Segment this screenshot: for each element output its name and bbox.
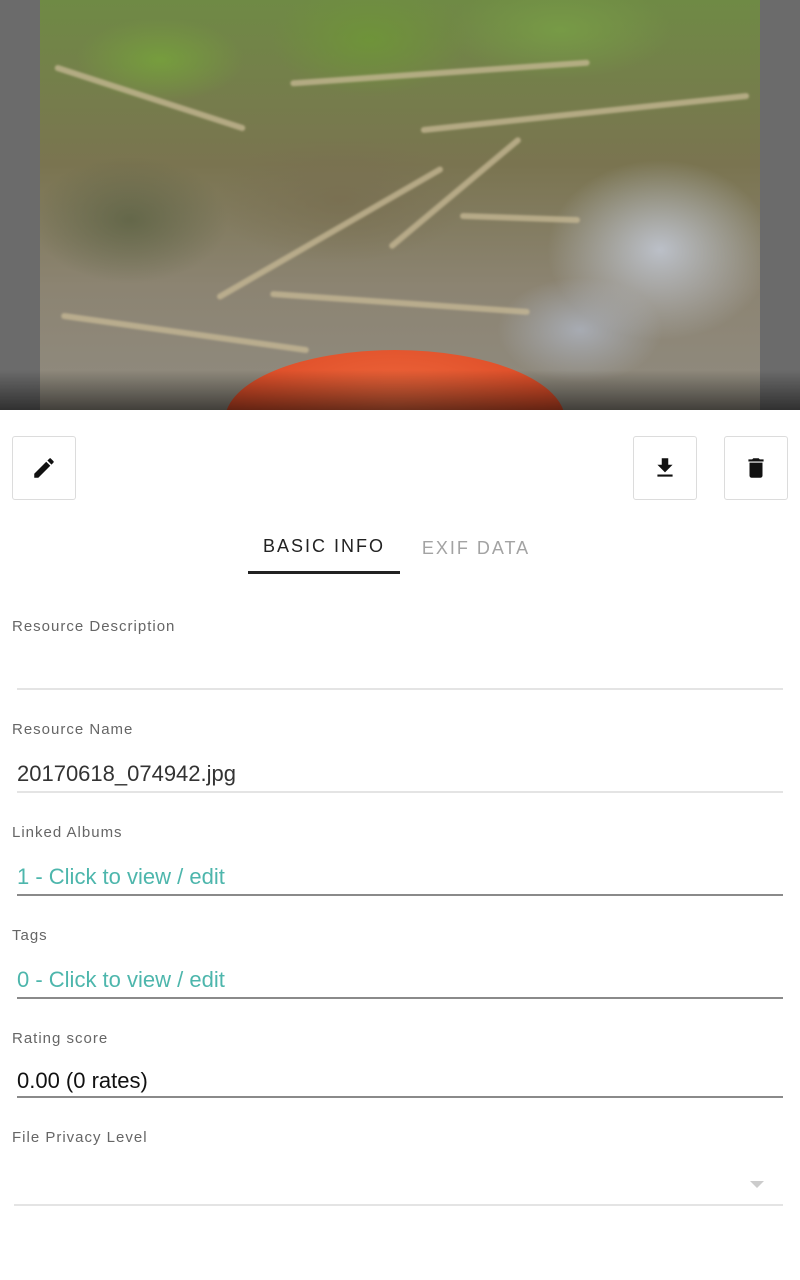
privacy-label: File Privacy Level: [12, 1129, 148, 1146]
linked-albums-label: Linked Albums: [12, 824, 123, 841]
tab-exif-data[interactable]: EXIF DATA: [405, 522, 547, 574]
resource-detail-page: BASIC INFO EXIF DATA Resource Descriptio…: [0, 0, 800, 1280]
tags-label: Tags: [12, 927, 48, 944]
trash-icon: [748, 458, 764, 478]
download-button[interactable]: [633, 436, 697, 500]
tab-basic-info[interactable]: BASIC INFO: [248, 522, 400, 574]
rating-underline: [17, 1096, 783, 1098]
description-underline: [17, 688, 783, 690]
rating-label: Rating score: [12, 1030, 109, 1047]
photo-viewer: [0, 0, 800, 410]
resource-name-label: Resource Name: [12, 721, 134, 738]
resource-name-input[interactable]: 20170618_074942.jpg: [17, 761, 236, 787]
linked-albums-link[interactable]: 1 - Click to view / edit: [17, 864, 225, 890]
resource-name-underline: [17, 791, 783, 793]
tags-underline: [17, 997, 783, 999]
tags-link[interactable]: 0 - Click to view / edit: [17, 967, 225, 993]
rating-value: 0.00 (0 rates): [17, 1068, 148, 1093]
linked-albums-underline: [17, 894, 783, 896]
pencil-icon: [34, 458, 54, 478]
privacy-select-underline: [14, 1204, 783, 1206]
edit-button[interactable]: [12, 436, 76, 500]
delete-button[interactable]: [724, 436, 788, 500]
download-icon: [657, 458, 673, 477]
description-label: Resource Description: [12, 618, 176, 635]
chevron-down-icon[interactable]: [750, 1181, 764, 1188]
resource-photo: [40, 0, 760, 410]
